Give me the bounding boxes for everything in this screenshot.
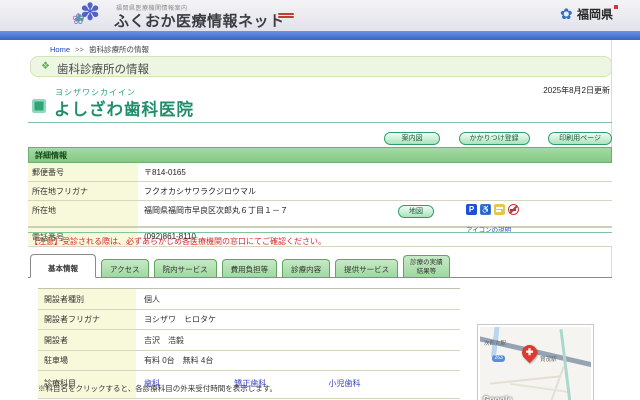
tab-panel: 開設者種別 個人 開設者フリガナ ヨシザワ ヒロタケ 開設者 吉沢 浩毅 駐車場… — [28, 277, 612, 400]
family-registration-button[interactable]: かかりつけ登録 — [458, 132, 530, 145]
print-page-button[interactable]: 印刷用ページ — [548, 132, 612, 145]
map-station-label: 賀茂駅 — [540, 357, 557, 363]
guide-map-button[interactable]: 案内図 — [384, 132, 441, 145]
page: ✽ ❀ ☘ 福岡県医療機関情報案内 ふくおか医療情報ネット ✿ 福岡県 Home… — [0, 0, 640, 400]
header-blue-bar — [0, 31, 640, 40]
breadcrumb: Home >> 歯科診療所の情報 — [50, 44, 149, 55]
notice-text: 【注意】受診される際は、必ずあらかじめ各医療機関の窓口にてご確認ください。 — [30, 237, 326, 246]
table-row: 郵便番号 〒814-0165 — [28, 163, 612, 182]
page-banner: ❖ 歯科診療所の情報 — [30, 56, 612, 77]
tab-hospital-services[interactable]: 院内サービス — [153, 259, 217, 278]
details-table-header: 詳細情報 — [28, 147, 612, 163]
tab-costs[interactable]: 費用負担等 — [221, 259, 278, 278]
tab-treatment[interactable]: 診療内容 — [282, 259, 331, 278]
parking-icon: P — [466, 204, 477, 215]
no-smoking-icon — [508, 204, 519, 215]
table-row: 開設者フリガナ ヨシザワ ヒロタケ — [38, 309, 460, 330]
title-underline — [28, 122, 612, 123]
main-content: Home >> 歯科診療所の情報 ❖ 歯科診療所の情報 2025年8月2日更新 … — [28, 40, 612, 400]
tab-access[interactable]: アクセス — [101, 259, 149, 278]
tab-basic-info[interactable]: 基本情報 — [30, 254, 96, 278]
breadcrumb-separator: >> — [75, 45, 84, 54]
subjects-note: ※科目名をクリックすると、各診療科目の外来受付時間を表示します。 — [38, 384, 277, 393]
subject-link-pediatric-dentistry[interactable]: 小児歯科 — [328, 378, 360, 389]
map-station-label: 次郎丸駅 — [484, 341, 507, 347]
prefecture-flower-icon: ✿ — [560, 6, 573, 23]
breadcrumb-home-link[interactable]: Home — [50, 45, 70, 54]
map-image[interactable]: 次郎丸駅 賀茂駅 263 ✚ Google Map data ©2025 — [480, 327, 591, 400]
table-row: 開設者種別 個人 — [38, 289, 460, 310]
tab-bar: 基本情報 アクセス 院内サービス 費用負担等 診療内容 提供サービス 診療の実績… — [30, 252, 612, 278]
address-value: 福岡県福岡市早良区次郎丸６丁目１－７ — [144, 206, 288, 215]
table-row: 駐車場 有料 0台 無料 4台 — [38, 350, 460, 371]
table-row: 開設者 吉沢 浩毅 — [38, 330, 460, 351]
tab-results[interactable]: 診療の実績 結果等 — [403, 255, 450, 278]
tab-provided-services[interactable]: 提供サービス — [335, 259, 399, 278]
map-pin-icon[interactable]: ✚ — [518, 341, 541, 364]
site-header: ✽ ❀ ☘ 福岡県医療機関情報案内 ふくおか医療情報ネット ✿ 福岡県 — [0, 0, 640, 31]
prefecture-logo[interactable]: ✿ 福岡県 — [560, 5, 619, 27]
updated-date: 2025年8月2日更新 — [543, 86, 610, 95]
clinic-bullet-icon — [32, 99, 46, 113]
separator-rule — [28, 232, 612, 233]
header-mini-icon[interactable] — [278, 12, 294, 22]
facility-icons: P ♿ アイコンの説明 — [466, 204, 562, 234]
page-banner-title: 歯科診療所の情報 — [57, 64, 149, 76]
credit-card-icon — [494, 204, 505, 215]
map-card[interactable]: 次郎丸駅 賀茂駅 263 ✚ Google Map data ©2025 — [477, 324, 594, 400]
clinic-name: よしざわ歯科医院 — [54, 101, 194, 119]
wheelchair-icon: ♿ — [480, 204, 491, 215]
breadcrumb-current: 歯科診療所の情報 — [88, 45, 149, 54]
site-logo-flower-icon: ✽ ❀ ☘ — [72, 0, 101, 28]
action-buttons: 案内図 かかりつけ登録 印刷用ページ — [370, 127, 612, 145]
site-title[interactable]: ふくおか医療情報ネット — [114, 10, 285, 31]
route-badge: 263 — [492, 355, 506, 362]
map-button[interactable]: 地図 — [398, 205, 434, 218]
diamond-icon: ❖ — [41, 61, 50, 72]
table-row: 所在地フリガナ フクオカシサワラクジロウマル — [28, 182, 612, 201]
google-logo: Google — [483, 395, 513, 400]
